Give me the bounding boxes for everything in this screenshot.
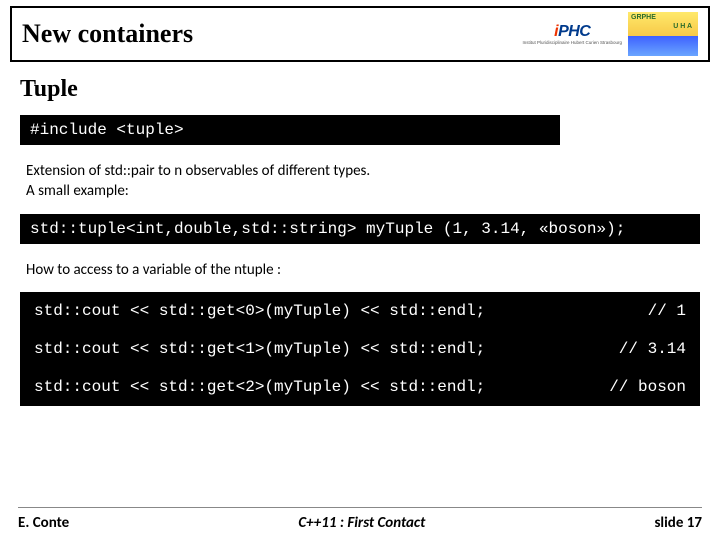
code-left: std::cout << std::get<1>(myTuple) << std… <box>34 340 485 358</box>
code-row: std::cout << std::get<0>(myTuple) << std… <box>20 292 700 330</box>
footer-author: E. Conte <box>18 514 69 532</box>
grphe-uha: U H A <box>673 23 692 30</box>
title-bar: New containers iPHC Institut Pluridiscip… <box>10 6 710 62</box>
footer: E. Conte C++11 : First Contact slide 17 <box>0 497 720 546</box>
footer-slide-number: slide 17 <box>654 514 702 532</box>
page-title: New containers <box>22 19 193 49</box>
code-row: std::cout << std::get<1>(myTuple) << std… <box>20 330 700 368</box>
section-heading: Tuple <box>20 76 700 103</box>
slide-content: Tuple #include <tuple> Extension of std:… <box>0 62 720 406</box>
footer-divider <box>18 507 702 508</box>
code-left: std::cout << std::get<2>(myTuple) << std… <box>34 378 485 396</box>
code-declaration: std::tuple<int,double,std::string> myTup… <box>20 214 700 244</box>
grphe-logo: GRPHE U H A <box>628 12 698 56</box>
iphc-logo: iPHC Institut Pluridisciplinaire Hubert … <box>522 23 622 46</box>
code-right: // boson <box>609 378 686 396</box>
description-text: Extension of std::pair to n observables … <box>26 161 694 202</box>
code-row: std::cout << std::get<2>(myTuple) << std… <box>20 368 700 406</box>
access-text: How to access to a variable of the ntupl… <box>26 260 694 280</box>
code-left: std::cout << std::get<0>(myTuple) << std… <box>34 302 485 320</box>
logo-group: iPHC Institut Pluridisciplinaire Hubert … <box>522 14 698 54</box>
grphe-top: GRPHE <box>631 14 656 21</box>
iphc-subtitle: Institut Pluridisciplinaire Hubert Curie… <box>522 41 622 46</box>
code-access-block: std::cout << std::get<0>(myTuple) << std… <box>20 292 700 406</box>
footer-title: C++11 : First Contact <box>298 514 425 532</box>
code-right: // 1 <box>648 302 686 320</box>
code-right: // 3.14 <box>619 340 686 358</box>
iphc-phc: PHC <box>558 23 590 40</box>
code-include: #include <tuple> <box>20 115 560 145</box>
